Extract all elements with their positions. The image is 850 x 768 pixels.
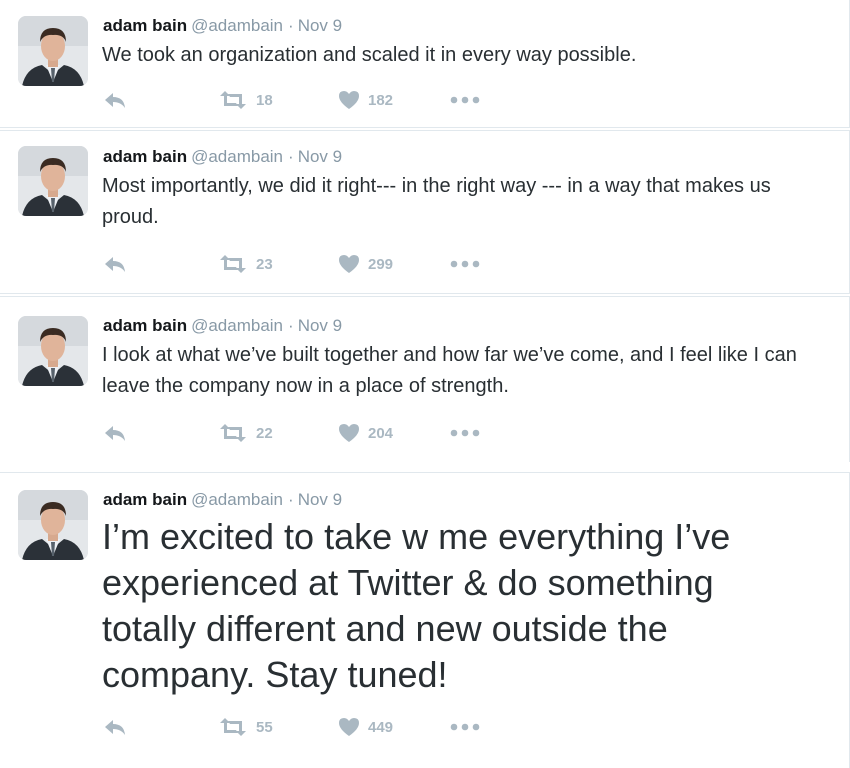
tweet[interactable]: adam bain @adambain · Nov 9 We took an orga… bbox=[0, 0, 850, 128]
more-button[interactable] bbox=[450, 422, 480, 444]
more-button[interactable] bbox=[450, 716, 480, 738]
retweet-icon bbox=[218, 423, 248, 443]
tweet-actions: 18 182 bbox=[103, 89, 523, 111]
avatar[interactable] bbox=[18, 490, 88, 560]
like-count: 449 bbox=[368, 718, 394, 736]
user-handle[interactable]: @adambain bbox=[191, 147, 283, 166]
like-button[interactable]: 299 bbox=[338, 253, 393, 275]
retweet-button[interactable]: 18 bbox=[218, 89, 273, 111]
user-handle[interactable]: @adambain bbox=[191, 316, 283, 335]
tweet[interactable]: adam bain @adambain · Nov 9 I’m excited to … bbox=[0, 472, 850, 768]
tweet-text: I look at what we’ve built together and … bbox=[102, 344, 797, 397]
tweet-divider bbox=[0, 293, 850, 294]
like-button[interactable]: 449 bbox=[338, 716, 393, 738]
reply-button[interactable] bbox=[103, 716, 127, 738]
user-handle[interactable]: @adambain bbox=[191, 490, 283, 509]
tweet-date[interactable]: Nov 9 bbox=[298, 16, 342, 35]
reply-button[interactable] bbox=[103, 422, 127, 444]
like-button[interactable]: 204 bbox=[338, 422, 393, 444]
retweet-count: 23 bbox=[256, 255, 273, 273]
avatar[interactable] bbox=[18, 316, 88, 386]
separator-dot: · bbox=[288, 16, 294, 35]
heart-icon bbox=[338, 717, 360, 737]
like-count: 182 bbox=[368, 91, 394, 109]
tweet-date[interactable]: Nov 9 bbox=[298, 490, 342, 509]
tweet-actions: 23 299 bbox=[103, 253, 523, 275]
tweet-text: We took an organization and scaled it in… bbox=[102, 44, 637, 66]
more-dots-icon bbox=[450, 95, 480, 105]
separator-dot: · bbox=[288, 316, 294, 335]
reply-icon bbox=[103, 423, 127, 443]
tweet-header: adam bain @adambain · Nov 9 bbox=[103, 16, 342, 36]
retweet-count: 55 bbox=[256, 718, 273, 736]
separator-dot: · bbox=[288, 147, 294, 166]
retweet-count: 18 bbox=[256, 91, 273, 109]
tweet-text: I’m excited to take w me everything I’ve… bbox=[102, 516, 731, 695]
retweet-icon bbox=[218, 90, 248, 110]
display-name[interactable]: adam bain bbox=[103, 147, 187, 166]
avatar[interactable] bbox=[18, 146, 88, 216]
heart-icon bbox=[338, 423, 360, 443]
display-name[interactable]: adam bain bbox=[103, 16, 187, 35]
tweet[interactable]: adam bain @adambain · Nov 9 I look at what … bbox=[0, 296, 850, 462]
tweet-date[interactable]: Nov 9 bbox=[298, 147, 342, 166]
separator-dot: · bbox=[288, 490, 294, 509]
retweet-count: 22 bbox=[256, 424, 273, 442]
user-handle[interactable]: @adambain bbox=[191, 16, 283, 35]
like-count: 204 bbox=[368, 424, 394, 442]
retweet-icon bbox=[218, 254, 248, 274]
tweet-header: adam bain @adambain · Nov 9 bbox=[103, 316, 342, 336]
tweet-date[interactable]: Nov 9 bbox=[298, 316, 342, 335]
tweet-text: Most importantly, we did it right--- in … bbox=[102, 175, 771, 228]
retweet-button[interactable]: 55 bbox=[218, 716, 273, 738]
reply-icon bbox=[103, 717, 127, 737]
tweet-header: adam bain @adambain · Nov 9 bbox=[103, 490, 342, 510]
heart-icon bbox=[338, 90, 360, 110]
reply-icon bbox=[103, 254, 127, 274]
more-dots-icon bbox=[450, 259, 480, 269]
avatar[interactable] bbox=[18, 16, 88, 86]
tweet-divider bbox=[0, 296, 850, 297]
more-button[interactable] bbox=[450, 253, 480, 275]
display-name[interactable]: adam bain bbox=[103, 490, 187, 509]
like-button[interactable]: 182 bbox=[338, 89, 393, 111]
display-name[interactable]: adam bain bbox=[103, 316, 187, 335]
tweet-header: adam bain @adambain · Nov 9 bbox=[103, 147, 342, 167]
tweet[interactable]: adam bain @adambain · Nov 9 Most importantl… bbox=[0, 130, 850, 294]
tweet-divider bbox=[0, 127, 850, 128]
reply-button[interactable] bbox=[103, 253, 127, 275]
retweet-icon bbox=[218, 717, 248, 737]
more-dots-icon bbox=[450, 428, 480, 438]
more-button[interactable] bbox=[450, 89, 480, 111]
more-dots-icon bbox=[450, 722, 480, 732]
reply-icon bbox=[103, 90, 127, 110]
reply-button[interactable] bbox=[103, 89, 127, 111]
like-count: 299 bbox=[368, 255, 394, 273]
tweet-divider bbox=[0, 472, 850, 473]
retweet-button[interactable]: 23 bbox=[218, 253, 273, 275]
tweet-actions: 22 204 bbox=[103, 422, 523, 444]
tweet-divider bbox=[0, 130, 850, 131]
retweet-button[interactable]: 22 bbox=[218, 422, 273, 444]
tweet-actions: 55 449 bbox=[103, 716, 523, 738]
heart-icon bbox=[338, 254, 360, 274]
